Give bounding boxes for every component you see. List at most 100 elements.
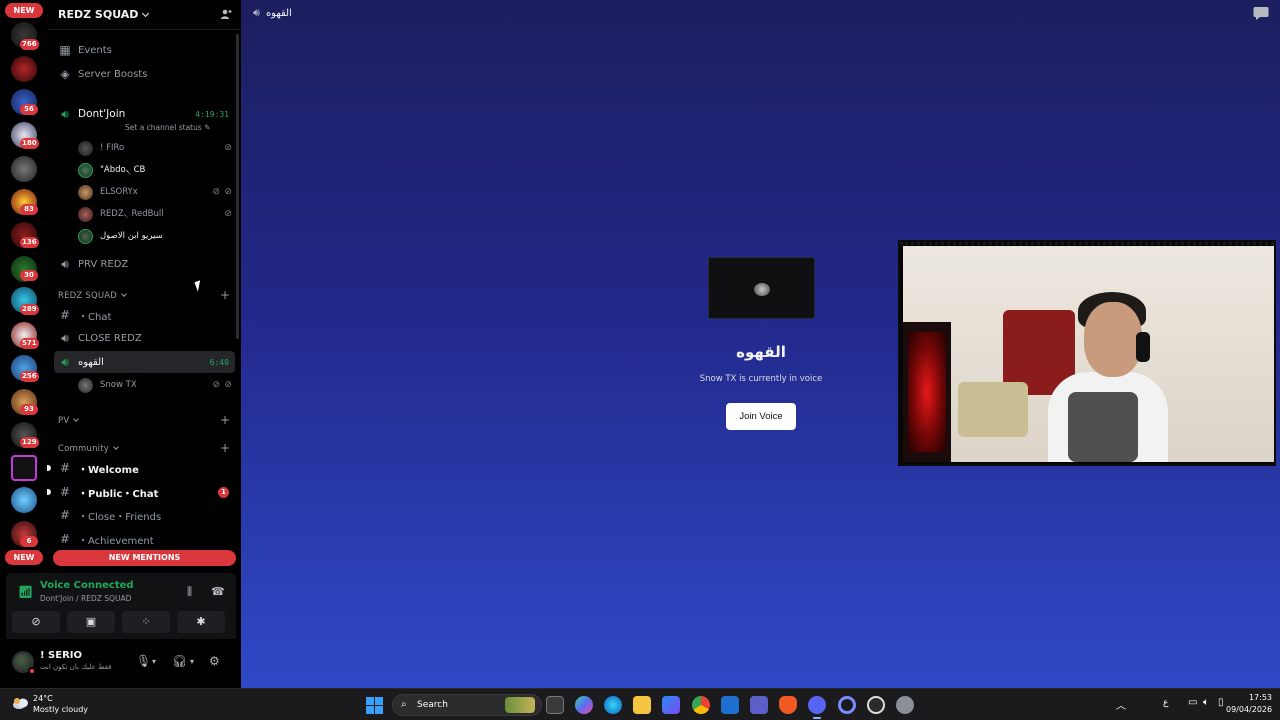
voice-member[interactable]: ! FIRo ⊘ — [78, 138, 234, 158]
activities-button[interactable]: ⁘ — [122, 611, 170, 633]
chevron-down-icon[interactable]: ▾ — [190, 657, 194, 666]
app-icon[interactable] — [838, 696, 856, 714]
text-channel-achievement[interactable]: # ・Achievement — [54, 528, 235, 550]
clock-time[interactable]: 17:53 — [1236, 693, 1272, 702]
soundboard-button[interactable]: ✱ — [177, 611, 225, 633]
microphone-icon[interactable]: 🎙︎ — [136, 654, 151, 668]
server-badge: 93 — [20, 404, 38, 415]
boost-icon: ◈ — [60, 67, 70, 81]
weather-temperature[interactable]: 24°C — [33, 694, 53, 703]
voice-channel-path[interactable]: Dont'Join / REDZ SQUAD — [40, 594, 131, 603]
set-channel-status[interactable]: Set a channel status ✎ — [125, 123, 210, 132]
taskbar-search[interactable]: ⌕ Search — [392, 694, 542, 716]
server-badge: 289 — [20, 304, 39, 315]
chevron-up-icon[interactable]: ︿ — [1116, 697, 1126, 712]
voice-channel-prv-redz[interactable]: 🔊︎ PRV REDZ — [54, 253, 235, 275]
camera-off-button[interactable]: ⊘ — [12, 611, 60, 633]
clock-date[interactable]: 09/04/2026 — [1226, 705, 1272, 714]
server-badge: 83 — [20, 204, 38, 215]
speaker-icon: 🔊︎ — [61, 106, 69, 121]
voice-member[interactable]: "Abdo৲ CB — [78, 160, 234, 180]
search-highlight-image — [505, 697, 535, 713]
new-mentions-bar[interactable]: NEW MENTIONS — [53, 550, 236, 566]
create-channel-icon[interactable]: + — [220, 441, 230, 455]
join-voice-button[interactable]: Join Voice — [726, 403, 796, 430]
server-name[interactable]: REDZ SQUAD — [58, 8, 150, 21]
chrome-icon[interactable] — [692, 696, 710, 714]
speaker-icon: 🔊︎ — [253, 6, 260, 19]
server-boosts-row[interactable]: ◈ Server Boosts — [54, 63, 235, 85]
volume-icon[interactable]: 🔈︎ — [1203, 697, 1209, 708]
text-channel-close-friends[interactable]: # ・Close・Friends — [54, 504, 235, 526]
chat-bubble-icon[interactable] — [1253, 6, 1269, 20]
hash-icon: # — [59, 308, 71, 322]
settings-gear-icon[interactable] — [896, 696, 914, 714]
voice-member[interactable]: ELSORYx ⊘ ⊘ — [78, 182, 234, 202]
brave-browser-icon[interactable] — [779, 696, 797, 714]
obs-icon[interactable] — [867, 696, 885, 714]
scrollbar[interactable] — [236, 34, 239, 339]
server-icon[interactable] — [11, 56, 37, 82]
discord-icon[interactable] — [808, 696, 826, 714]
voice-channel-close-redz[interactable]: 🔊︎ CLOSE REDZ — [54, 327, 235, 349]
network-icon[interactable]: ▭ — [1188, 697, 1197, 708]
server-icon[interactable] — [11, 156, 37, 182]
microsoft-store-icon[interactable] — [662, 696, 680, 714]
server-badge: 6 — [20, 536, 38, 547]
server-icon[interactable] — [11, 455, 37, 481]
locked-speaker-icon: 🔊︎ — [61, 256, 69, 271]
voice-channel-alqahwa[interactable]: 🔊︎ القهوه 6:40 — [54, 351, 235, 373]
chevron-down-icon[interactable]: ▾ — [152, 657, 156, 666]
add-friend-icon[interactable] — [220, 8, 232, 20]
voice-status[interactable]: Voice Connected — [40, 580, 134, 591]
server-icon[interactable] — [11, 487, 37, 513]
cloud-icon[interactable] — [12, 696, 30, 710]
create-channel-icon[interactable]: + — [220, 413, 230, 427]
locked-speaker-icon: 🔊︎ — [61, 330, 69, 345]
create-channel-icon[interactable]: + — [220, 288, 230, 302]
input-language[interactable]: ع — [1163, 698, 1168, 708]
file-explorer-icon[interactable] — [633, 696, 651, 714]
chevron-down-icon — [142, 9, 150, 18]
voice-member[interactable]: Snow TX ⊘ ⊘ — [78, 375, 234, 395]
avatar — [78, 162, 93, 178]
task-view-icon[interactable] — [546, 696, 564, 714]
voice-member[interactable]: REDZ৲ RedBull ⊘ — [78, 204, 234, 224]
signal-icon[interactable]: 📶︎ — [18, 585, 33, 599]
mail-icon[interactable] — [721, 696, 739, 714]
unread-indicator — [47, 489, 51, 495]
server-header[interactable]: REDZ SQUAD — [48, 0, 241, 30]
new-unread-pill-bottom[interactable]: NEW — [5, 550, 43, 565]
voice-timer: 4:19:31 — [195, 109, 229, 119]
edge-browser-icon[interactable] — [604, 696, 622, 714]
category-redz-squad[interactable]: REDZ SQUAD — [58, 291, 127, 301]
events-row[interactable]: ▦ Events — [54, 39, 235, 61]
headphones-icon[interactable]: 🎧︎ — [172, 654, 187, 668]
text-channel-chat[interactable]: # ・Chat — [54, 304, 235, 326]
disconnect-icon[interactable]: ☎︎ — [211, 585, 225, 598]
pencil-icon: ✎ — [204, 123, 211, 132]
windows-taskbar: 24°C Mostly cloudy ⌕ Search ︿ ع ▭ 🔈︎ ▯ 1… — [0, 688, 1280, 720]
windows-start-button[interactable] — [366, 697, 383, 714]
voice-channel-view: 🔊︎ القهوه القهوه Snow TX is currently in … — [241, 0, 1280, 688]
noise-suppression-icon[interactable]: ⫼ — [187, 585, 192, 599]
battery-icon[interactable]: ▯ — [1218, 697, 1224, 708]
voice-channel-dontjoin[interactable]: 🔊︎ Dont'Join 4:19:31 — [54, 103, 235, 125]
category-pv[interactable]: PV — [58, 416, 80, 426]
text-channel-welcome[interactable]: # ・Welcome — [47, 457, 235, 479]
new-unread-pill-top[interactable]: NEW — [5, 3, 43, 18]
category-community[interactable]: Community — [58, 444, 119, 454]
weather-description[interactable]: Mostly cloudy — [33, 705, 88, 714]
chevron-down-icon — [121, 291, 127, 297]
screen-share-button[interactable]: ▣ — [67, 611, 115, 633]
voice-member[interactable]: سيريو ابن الاصول — [78, 226, 234, 246]
text-channel-public-chat[interactable]: # ・Public・Chat 1 — [47, 481, 235, 503]
copilot-icon[interactable] — [575, 696, 593, 714]
settings-gear-icon[interactable]: ⚙ — [209, 654, 220, 668]
user-name[interactable]: ! SERIO — [40, 650, 82, 661]
user-custom-status[interactable]: فقط عليك بان تكون انت — [40, 663, 112, 671]
hash-icon: # — [59, 461, 71, 475]
avatar — [78, 184, 93, 200]
teams-icon[interactable] — [750, 696, 768, 714]
mention-badge: 1 — [218, 486, 229, 498]
